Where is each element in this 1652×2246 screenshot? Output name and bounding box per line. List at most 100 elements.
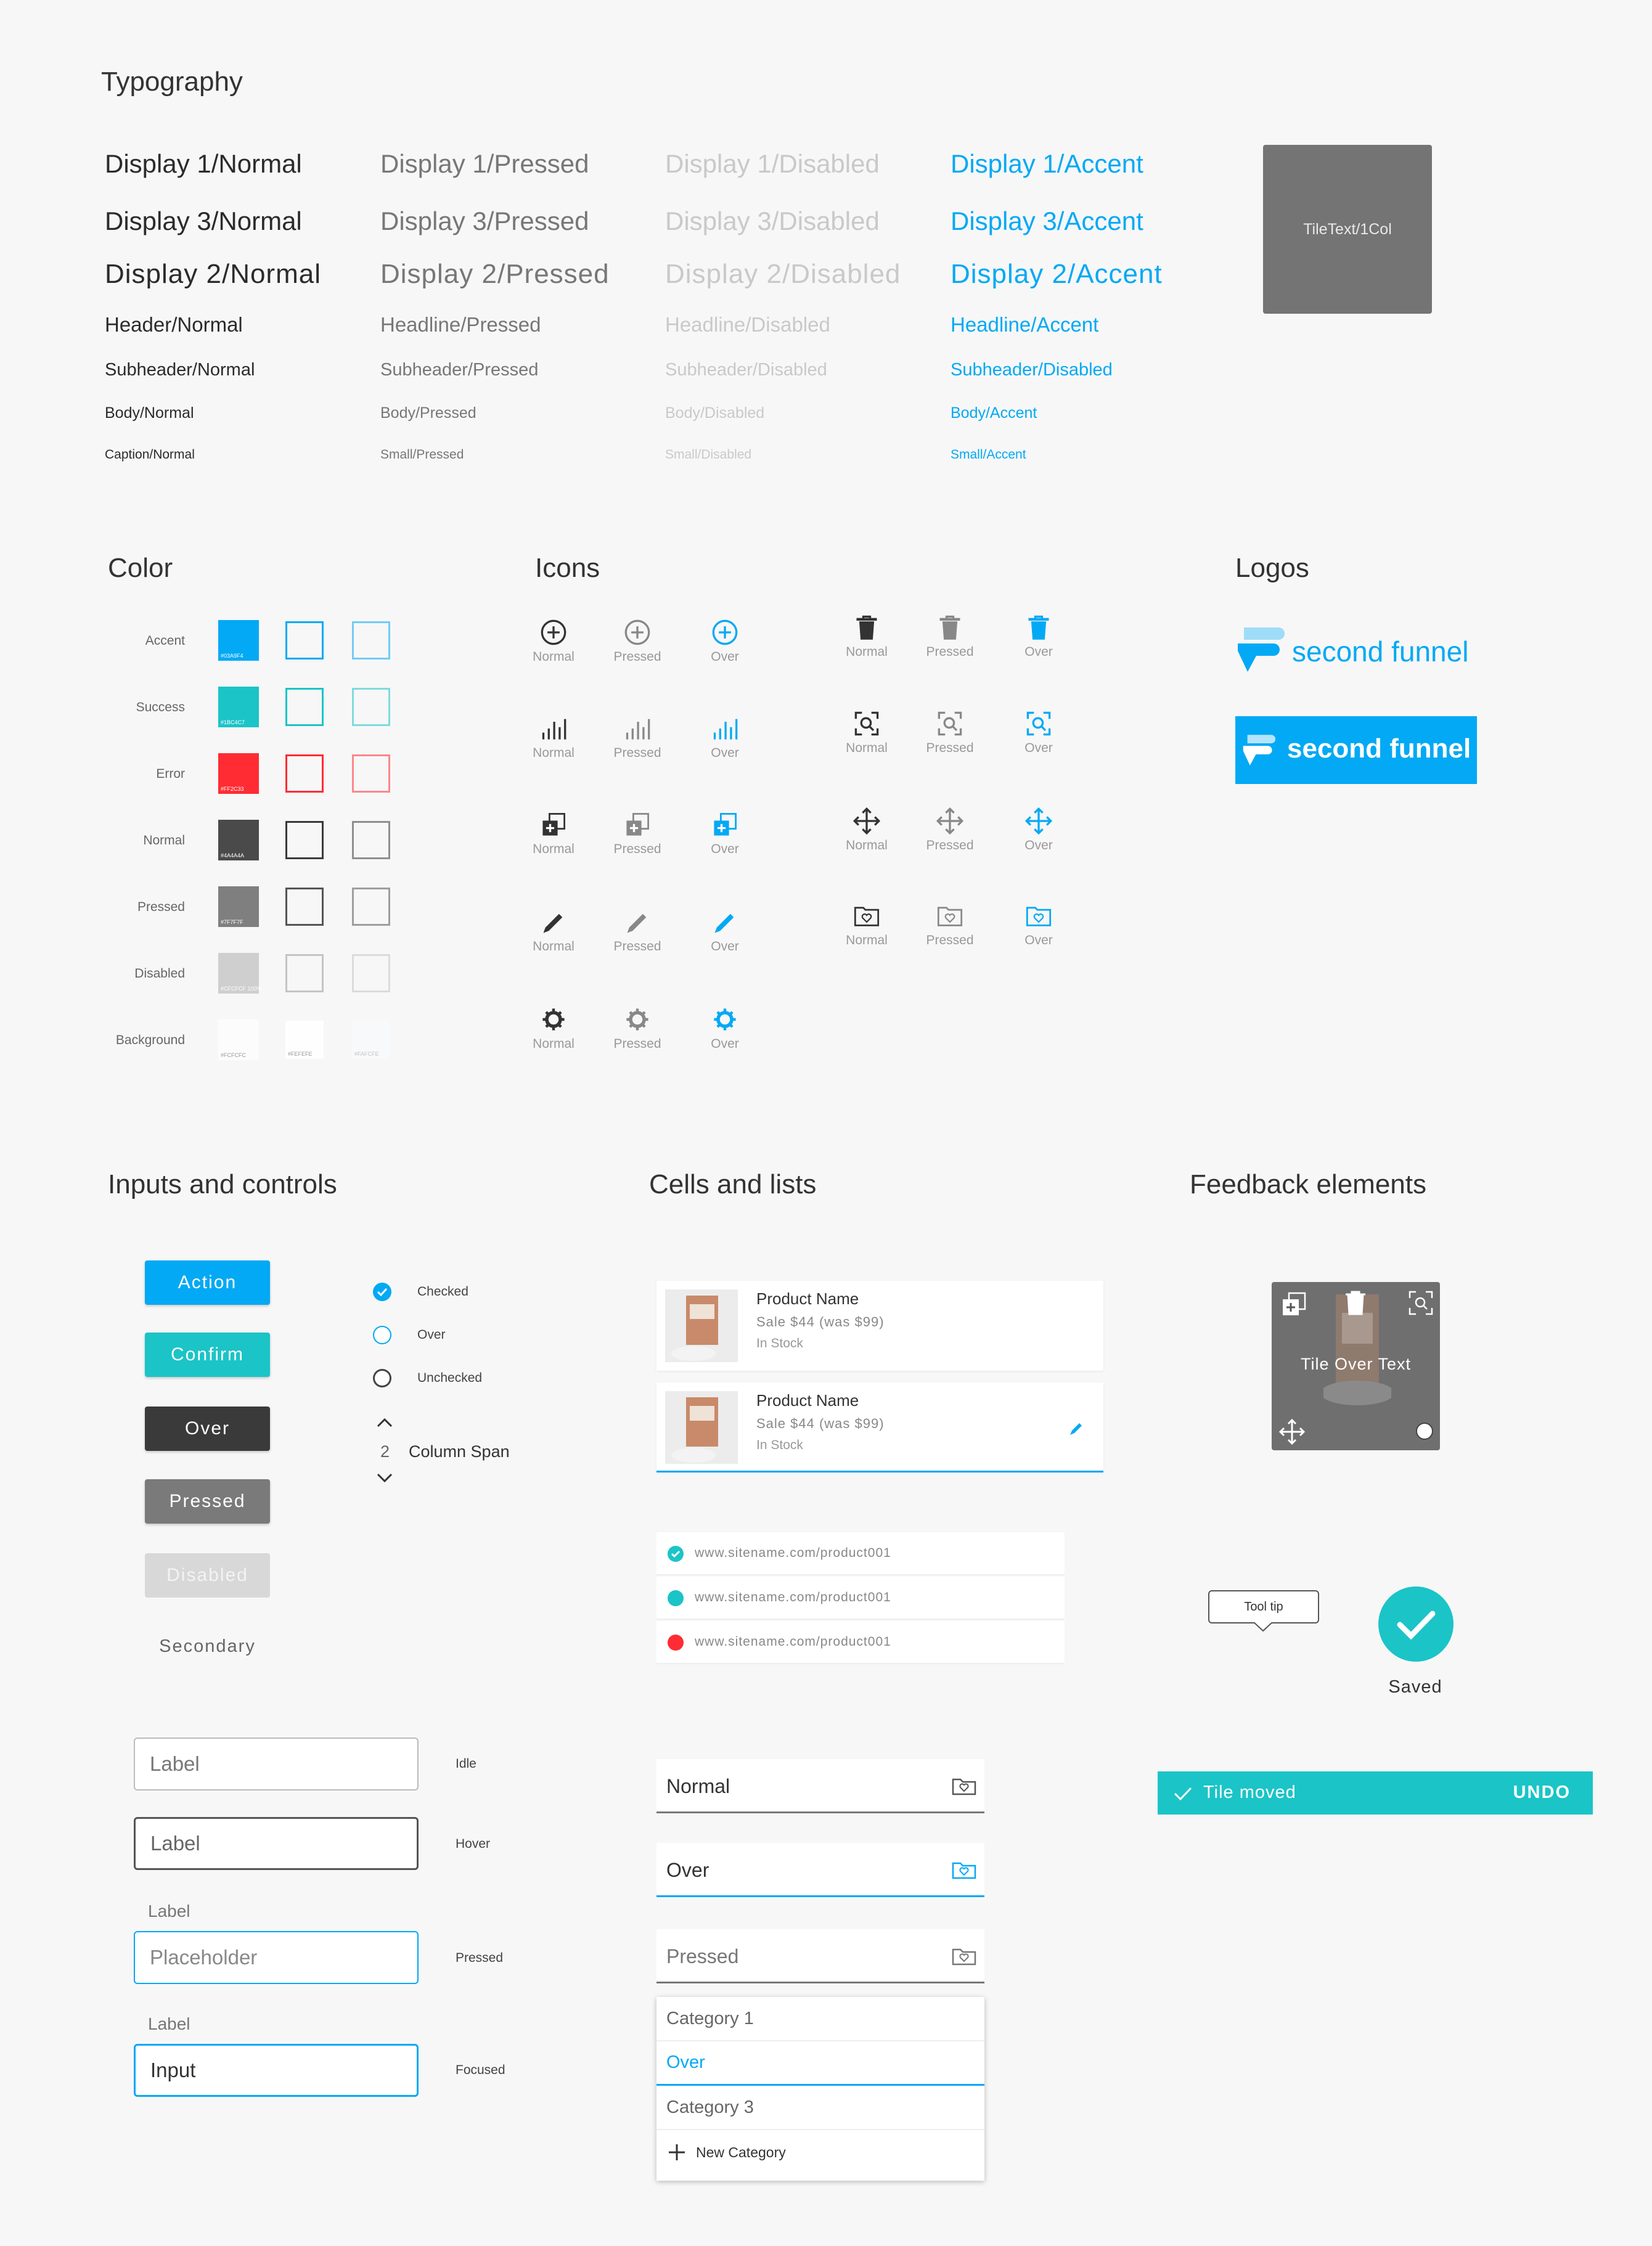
- add-layer-icon[interactable]: [711, 811, 738, 838]
- check-icon: [1174, 1787, 1192, 1801]
- color-label: Disabled: [134, 966, 185, 981]
- menu-item[interactable]: Category 1: [656, 1997, 984, 2041]
- tile-overlay[interactable]: Tile Over Text: [1272, 1282, 1440, 1450]
- type-sample: Headline/Disabled: [665, 313, 830, 336]
- url-row[interactable]: www.sitename.com/product001: [656, 1577, 1065, 1620]
- zoom-frame-icon[interactable]: [1407, 1289, 1434, 1317]
- url-text: www.sitename.com/product001: [695, 1590, 891, 1604]
- color-outline-swatch: [352, 688, 390, 726]
- action-button[interactable]: Action: [145, 1260, 270, 1305]
- tooltip-pointer: [1254, 1622, 1272, 1632]
- text-field-hover[interactable]: Label: [134, 1817, 419, 1870]
- pencil-icon[interactable]: [540, 909, 567, 936]
- color-swatch: #03A9F4: [218, 620, 259, 661]
- url-text: www.sitename.com/product001: [695, 1635, 891, 1649]
- icon-state-label: Pressed: [613, 1037, 661, 1051]
- trash-icon[interactable]: [853, 614, 880, 641]
- menu-item-over[interactable]: Over: [656, 2041, 984, 2086]
- plus-circle-icon[interactable]: [624, 619, 651, 646]
- undo-button[interactable]: UNDO: [1513, 1783, 1571, 1803]
- type-sample: Subheader/Pressed: [380, 360, 539, 380]
- radio-checked[interactable]: [373, 1283, 391, 1301]
- type-sample: Small/Disabled: [665, 447, 752, 462]
- plus-circle-icon[interactable]: [540, 619, 567, 646]
- trash-icon[interactable]: [936, 614, 963, 641]
- icon-state-label: Over: [1024, 838, 1053, 852]
- zoom-frame-icon[interactable]: [936, 710, 963, 737]
- dropdown-pressed[interactable]: Pressed: [656, 1929, 984, 1983]
- add-layer-icon[interactable]: [1280, 1291, 1307, 1318]
- chevron-down-icon[interactable]: [375, 1472, 394, 1484]
- disabled-button[interactable]: Disabled: [145, 1553, 270, 1598]
- tooltip-text: Tool tip: [1244, 1599, 1283, 1614]
- select-radio[interactable]: [1416, 1423, 1433, 1440]
- type-sample: Small/Pressed: [380, 447, 464, 462]
- pressed-button[interactable]: Pressed: [145, 1479, 270, 1524]
- icon-state-label: Normal: [533, 746, 575, 760]
- add-layer-over-cell: Over: [688, 811, 762, 857]
- pencil-icon[interactable]: [711, 909, 738, 936]
- color-swatch: #4A4A4A: [218, 820, 259, 860]
- zoom-frame-pressed-cell: Pressed: [913, 710, 987, 756]
- color-label: Pressed: [137, 900, 185, 914]
- field-placeholder: Placeholder: [150, 1946, 258, 1969]
- color-label: Accent: [145, 634, 185, 648]
- type-sample: Display 3/Accent: [951, 206, 1143, 235]
- dropdown-normal[interactable]: Normal: [656, 1759, 984, 1813]
- zoom-frame-icon[interactable]: [1025, 710, 1052, 737]
- field-text: Label: [150, 1752, 200, 1775]
- pencil-icon[interactable]: [624, 909, 651, 936]
- over-button[interactable]: Over: [145, 1407, 270, 1451]
- color-hex: #FCFCFC: [221, 1052, 246, 1058]
- gear-icon[interactable]: [711, 1006, 738, 1033]
- folder-heart-icon[interactable]: [853, 902, 880, 929]
- text-field-focused[interactable]: Input: [134, 2044, 419, 2097]
- bar-chart-icon[interactable]: [540, 715, 567, 742]
- new-category-item[interactable]: New Category: [656, 2130, 984, 2175]
- product-cell-selected[interactable]: Product Name Sale $44 (was $99) In Stock: [656, 1382, 1103, 1472]
- confirm-button[interactable]: Confirm: [145, 1333, 270, 1377]
- menu-item[interactable]: Category 3: [656, 2086, 984, 2130]
- url-row[interactable]: www.sitename.com/product001: [656, 1621, 1065, 1664]
- color-hex: #4A4A4A: [221, 852, 245, 859]
- product-cell[interactable]: Product Name Sale $44 (was $99) In Stock: [656, 1281, 1103, 1371]
- type-sample: Display 1/Accent: [951, 149, 1143, 178]
- text-field-pressed[interactable]: Placeholder: [134, 1931, 419, 1984]
- radio-over[interactable]: [373, 1326, 391, 1344]
- radio-unchecked[interactable]: [373, 1369, 391, 1387]
- color-swatch: #7F7F7F: [218, 886, 259, 927]
- secondary-button[interactable]: Secondary: [145, 1636, 270, 1657]
- zoom-frame-icon[interactable]: [853, 710, 880, 737]
- add-layer-icon[interactable]: [540, 811, 567, 838]
- chevron-up-icon[interactable]: [375, 1416, 394, 1429]
- icon-state-label: Normal: [533, 1037, 575, 1051]
- move-icon[interactable]: [936, 807, 963, 835]
- icon-state-label: Pressed: [926, 933, 974, 947]
- color-outline-swatch: [285, 688, 324, 726]
- plus-circle-icon[interactable]: [711, 619, 738, 646]
- add-layer-icon[interactable]: [624, 811, 651, 838]
- move-icon[interactable]: [853, 807, 880, 835]
- trash-icon[interactable]: [1343, 1289, 1368, 1317]
- trash-icon[interactable]: [1025, 614, 1052, 641]
- dropdown-over[interactable]: Over: [656, 1843, 984, 1897]
- folder-heart-icon[interactable]: [936, 902, 963, 929]
- type-sample: Body/Pressed: [380, 404, 476, 422]
- icon-state-label: Over: [1024, 645, 1053, 659]
- saved-label: Saved: [1388, 1677, 1442, 1697]
- gear-icon[interactable]: [624, 1006, 651, 1033]
- bar-chart-icon[interactable]: [624, 715, 651, 742]
- move-icon[interactable]: [1025, 807, 1052, 835]
- folder-heart-icon[interactable]: [1025, 902, 1052, 929]
- move-icon[interactable]: [1279, 1419, 1305, 1445]
- inputs-title: Inputs and controls: [108, 1169, 337, 1199]
- pencil-icon[interactable]: [1067, 1419, 1086, 1438]
- funnel-logo-icon: [1243, 735, 1276, 766]
- type-sample: Body/Accent: [951, 404, 1037, 422]
- gear-icon[interactable]: [540, 1006, 567, 1033]
- text-field-idle[interactable]: Label: [134, 1738, 419, 1791]
- url-row[interactable]: www.sitename.com/product001: [656, 1532, 1065, 1575]
- bar-chart-icon[interactable]: [711, 715, 738, 742]
- type-sample: Display 3/Normal: [105, 206, 302, 235]
- field-state-label: Idle: [456, 1757, 476, 1771]
